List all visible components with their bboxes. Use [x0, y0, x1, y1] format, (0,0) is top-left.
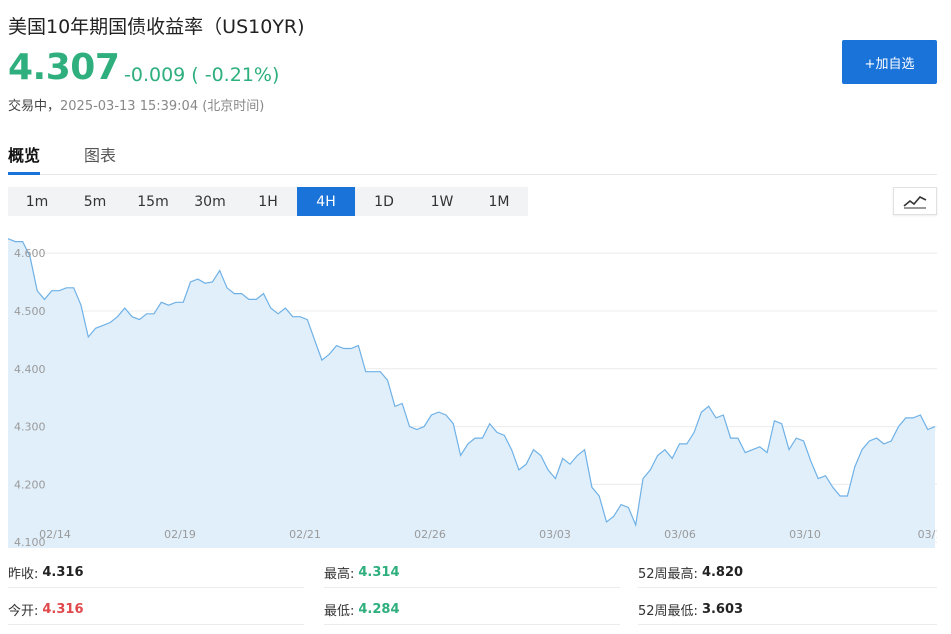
timestamp: 2025-03-13 15:39:04 (北京时间): [60, 99, 265, 114]
y-tick-label: 4.200: [14, 478, 46, 491]
x-tick-label: 03/06: [664, 528, 696, 541]
stat-high: 最高: 4.314: [324, 558, 620, 588]
stat-prev-close: 昨收: 4.316: [8, 558, 304, 588]
x-tick-label: 03/10: [789, 528, 821, 541]
tab-overview[interactable]: 概览: [8, 142, 41, 175]
price-change: -0.009 ( -0.21%): [124, 64, 280, 86]
period-15m[interactable]: 15m: [124, 187, 182, 216]
period-4h[interactable]: 4H: [297, 187, 355, 216]
period-1mo[interactable]: 1M: [470, 187, 528, 216]
period-30m[interactable]: 30m: [181, 187, 239, 216]
trading-status: 交易中，2025-03-13 15:39:04 (北京时间): [8, 95, 264, 114]
x-tick-label: 03/03: [539, 528, 571, 541]
y-tick-label: 4.400: [14, 363, 46, 376]
period-1h[interactable]: 1H: [239, 187, 297, 216]
period-5m[interactable]: 5m: [66, 187, 124, 216]
period-1d[interactable]: 1D: [355, 187, 413, 216]
x-tick-label: 02/14: [39, 528, 71, 541]
x-tick-label: 03/1: [918, 528, 937, 541]
stat-52w-low: 52周最低: 3.603: [638, 595, 937, 625]
period-selector: 1m 5m 15m 30m 1H 4H 1D 1W 1M: [8, 187, 528, 216]
tab-chart[interactable]: 图表: [84, 142, 116, 175]
instrument-title: 美国10年期国债收益率（US10YR): [8, 16, 305, 38]
stats-row-1: 昨收: 4.316 最高: 4.314 52周最高: 4.820: [8, 558, 937, 595]
yield-area-chart: 4.6004.5004.4004.3004.2004.100 02/14 02/1…: [8, 230, 937, 548]
chart-type-button[interactable]: [893, 187, 937, 215]
add-watchlist-button[interactable]: +加自选: [842, 40, 937, 84]
stat-52w-high: 52周最高: 4.820: [638, 558, 937, 588]
stats-row-2: 今开: 4.316 最低: 4.284 52周最低: 3.603: [8, 595, 937, 632]
y-tick-label: 4.300: [14, 421, 46, 434]
x-tick-label: 02/19: [164, 528, 196, 541]
period-1w[interactable]: 1W: [413, 187, 471, 216]
tab-bar: 概览 图表: [8, 140, 937, 175]
stat-open: 今开: 4.316: [8, 595, 304, 625]
current-price: 4.307: [8, 47, 120, 88]
y-tick-label: 4.600: [14, 247, 46, 260]
x-tick-label: 02/26: [414, 528, 446, 541]
period-1m[interactable]: 1m: [8, 187, 66, 216]
stat-low: 最低: 4.284: [324, 595, 620, 625]
y-tick-label: 4.500: [14, 305, 46, 318]
line-chart-icon: [903, 196, 927, 209]
status-label: 交易中，: [8, 99, 61, 114]
x-tick-label: 02/21: [289, 528, 321, 541]
